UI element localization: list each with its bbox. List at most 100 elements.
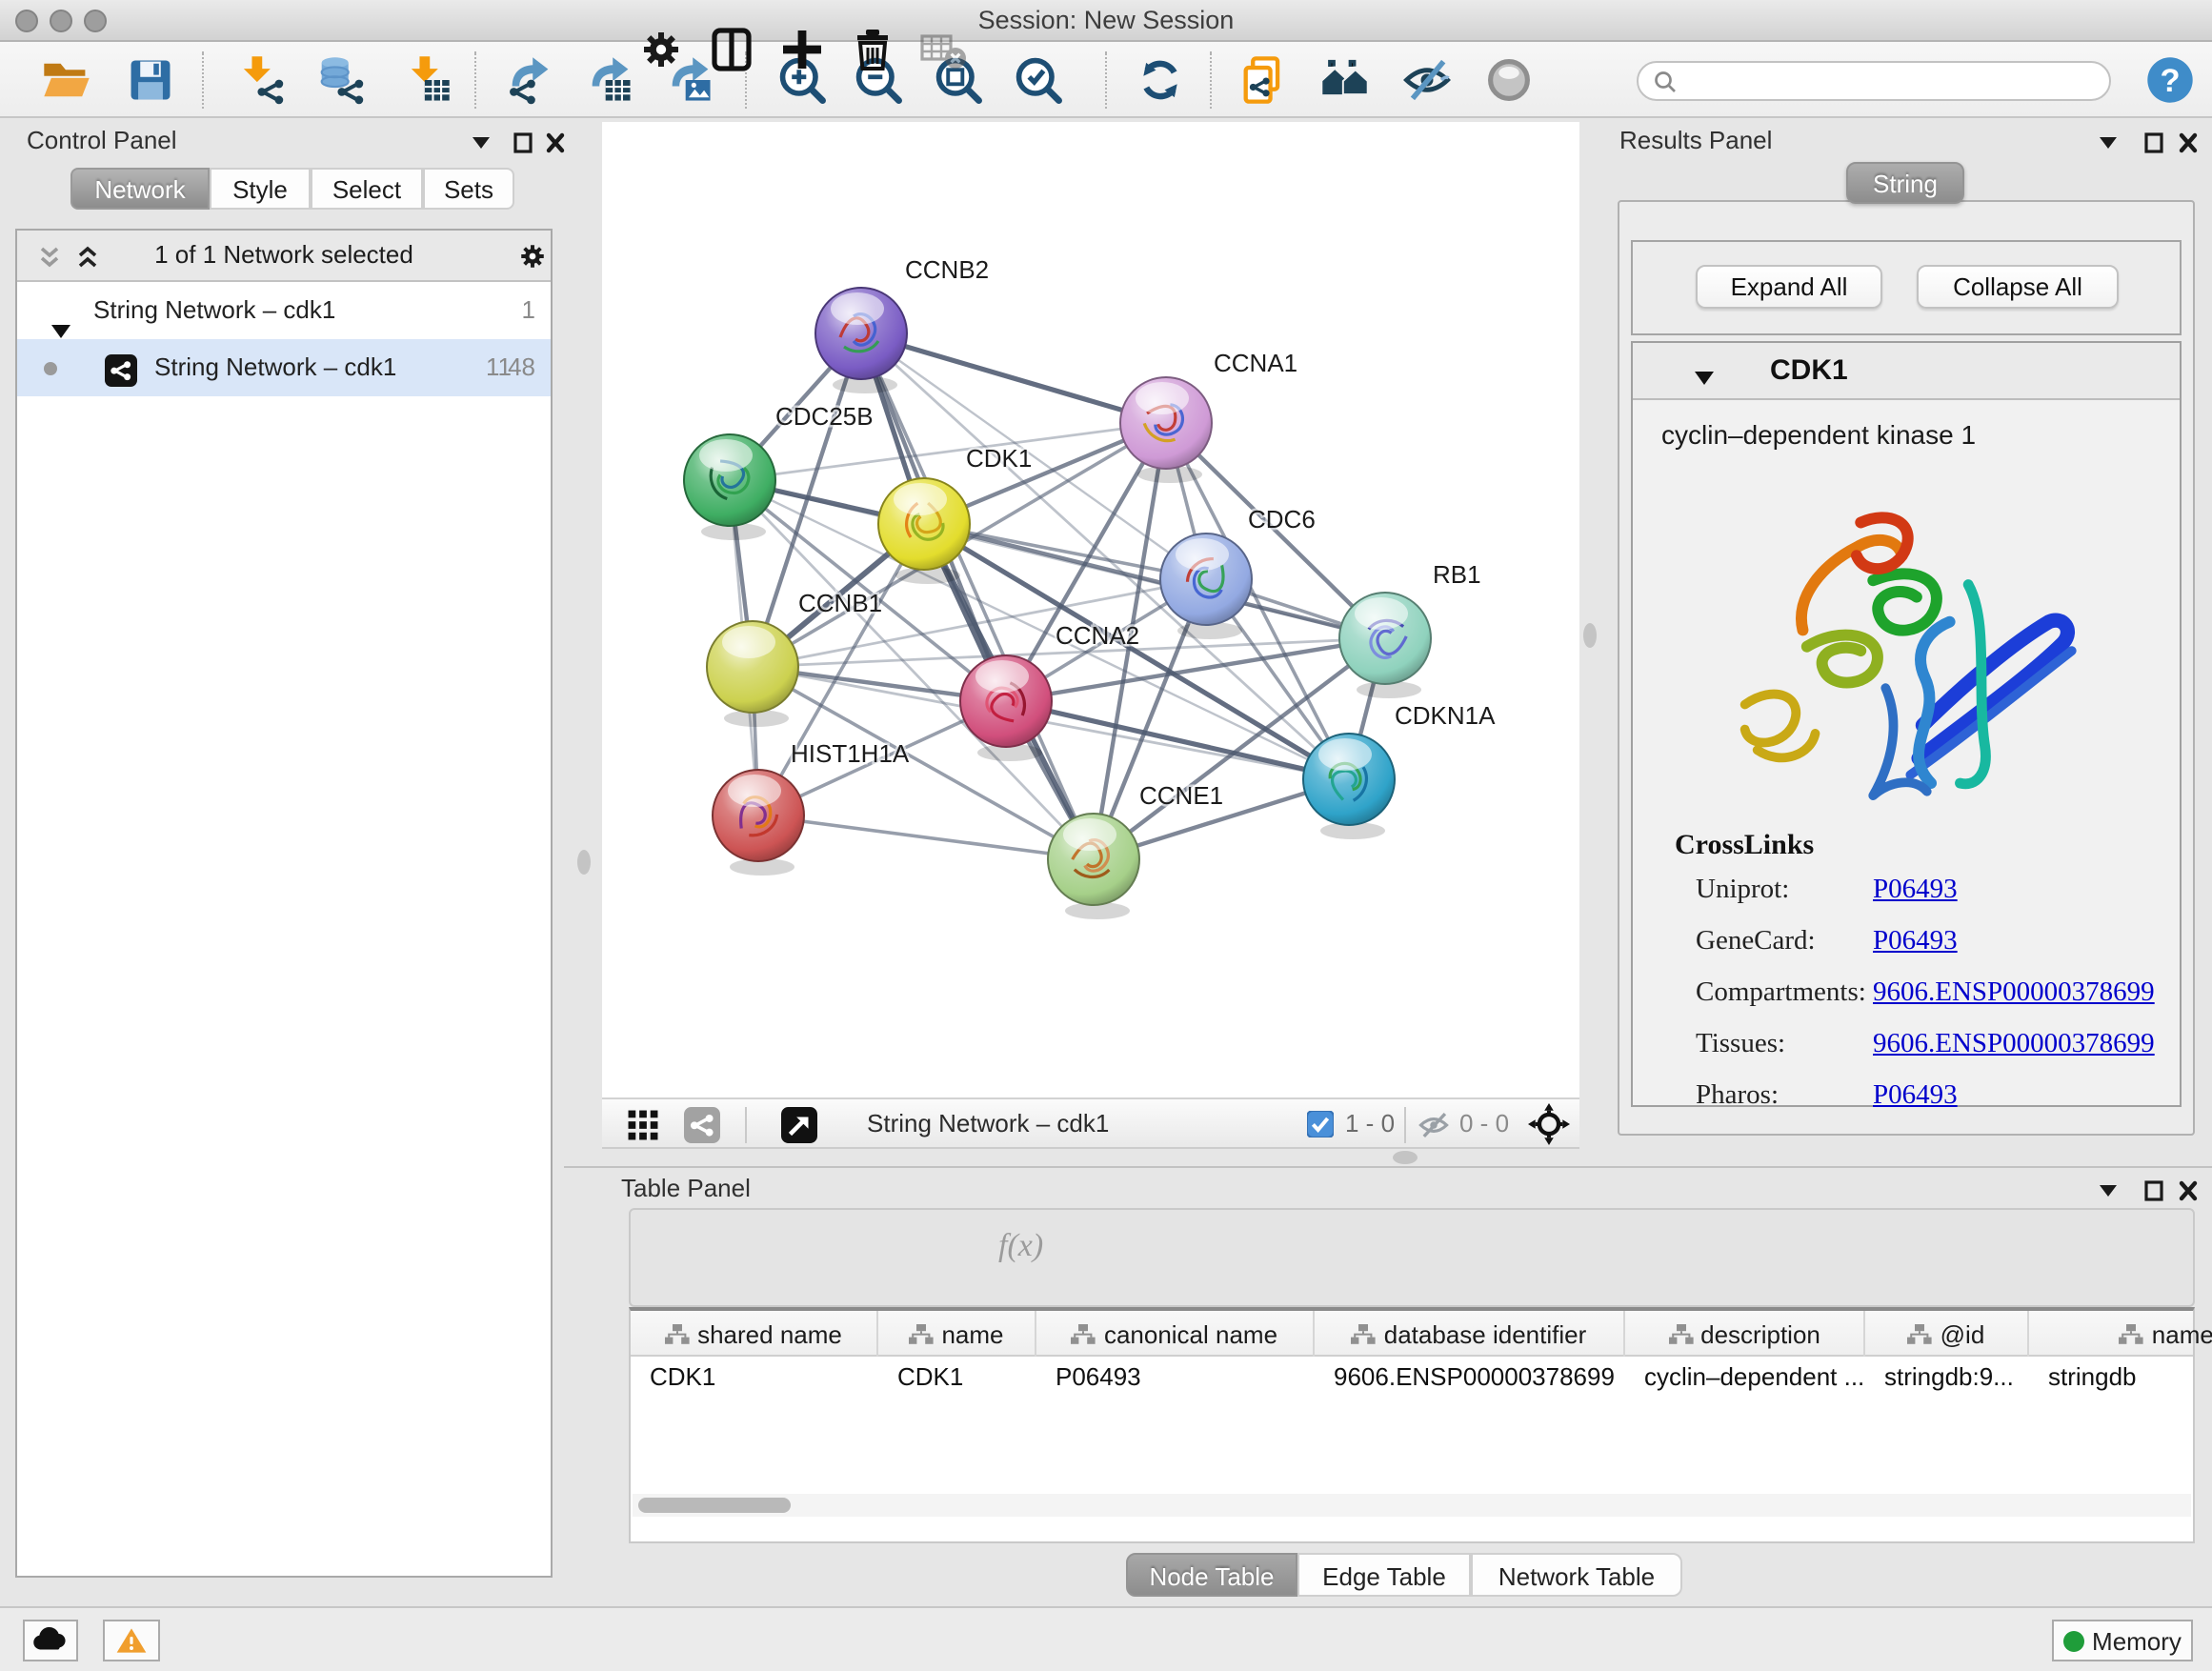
column-header-label: namespace: [2152, 1319, 2212, 1348]
crosslink-link[interactable]: 9606.ENSP00000378699: [1873, 1029, 2155, 1061]
crosslink-link[interactable]: 9606.ENSP00000378699: [1873, 977, 2155, 1010]
bottom-splitter-handle[interactable]: [1393, 1151, 1418, 1164]
right-splitter-handle[interactable]: [1583, 623, 1597, 648]
node-CCNB1[interactable]: CCNB1: [707, 589, 882, 727]
node-RB1[interactable]: RB1: [1339, 560, 1481, 698]
control-panel-undock-icon[interactable]: [511, 131, 535, 154]
tree-expander-icon[interactable]: [51, 303, 70, 318]
node-label-CDKN1A: CDKN1A: [1395, 701, 1496, 730]
node-label-CCNB2: CCNB2: [905, 255, 989, 284]
viewbar-separator: [745, 1107, 747, 1143]
selected-checkbox-icon[interactable]: [1307, 1111, 1334, 1137]
tab-sets[interactable]: Sets: [423, 168, 514, 210]
control-panel-close-icon[interactable]: [543, 131, 568, 154]
hide-selected-eye-slash-icon[interactable]: [1400, 53, 1454, 107]
tab-string[interactable]: String: [1846, 162, 1964, 204]
section-expander-icon[interactable]: [1694, 364, 1715, 381]
tab-network-table[interactable]: Network Table: [1471, 1553, 1682, 1597]
table-add-icon[interactable]: [777, 25, 827, 74]
network-canvas[interactable]: CCNB2CCNA1CDC25BCDK1CDC6RB1CCNB1CCNA2CDK…: [602, 122, 1579, 1097]
tab-network[interactable]: Network: [70, 168, 210, 210]
tab-select[interactable]: Select: [311, 168, 423, 210]
network-list: 1 of 1 Network selected String Network –…: [15, 229, 553, 1578]
control-panel-title: Control Panel: [27, 126, 177, 154]
left-splitter-handle[interactable]: [577, 850, 591, 875]
table-cell[interactable]: 9606.ENSP00000378699: [1315, 1357, 1625, 1399]
crosslink-link[interactable]: P06493: [1873, 1080, 1958, 1113]
collection-count: 1: [522, 282, 535, 339]
table-columns-icon[interactable]: [707, 25, 756, 74]
network-row[interactable]: String Network – cdk1 11 48: [17, 339, 551, 396]
crosslink-label: Tissues:: [1696, 1029, 1785, 1059]
help-icon[interactable]: ?: [2143, 53, 2197, 107]
warning-button[interactable]: [103, 1620, 160, 1661]
node-HIST1H1A[interactable]: HIST1H1A: [713, 739, 910, 876]
zoom-selected-icon[interactable]: [1012, 53, 1065, 107]
open-session-icon[interactable]: [40, 53, 93, 107]
import-network-database-icon[interactable]: [312, 53, 366, 107]
table-cell[interactable]: P06493: [1036, 1357, 1315, 1399]
column-header-canonical-name[interactable]: canonical name: [1036, 1311, 1315, 1357]
network-collection-row[interactable]: String Network – cdk1 1: [17, 282, 551, 339]
edge-CCNA2-CDKN1A[interactable]: [1006, 701, 1349, 779]
network-view-icon[interactable]: [684, 1107, 720, 1143]
tab-style[interactable]: Style: [210, 168, 311, 210]
table-panel-divider[interactable]: [564, 1166, 2212, 1168]
memory-label: Memory: [2092, 1627, 2182, 1656]
update-refresh-icon[interactable]: [1134, 53, 1187, 107]
table-cell[interactable]: stringdb:9...: [1865, 1357, 2029, 1399]
fit-selected-crosshair-icon[interactable]: [1528, 1103, 1570, 1145]
import-network-file-icon[interactable]: [232, 53, 286, 107]
network-graph[interactable]: CCNB2CCNA1CDC25BCDK1CDC6RB1CCNB1CCNA2CDK…: [602, 122, 1579, 1097]
table-cell[interactable]: stringdb: [2029, 1357, 2212, 1399]
expand-all-button[interactable]: Expand All: [1696, 265, 1882, 309]
collapse-all-button[interactable]: Collapse All: [1917, 265, 2119, 309]
column-header-label: description: [1700, 1319, 1820, 1348]
search-input[interactable]: [1637, 61, 2111, 101]
table-panel-close-icon[interactable]: [2176, 1179, 2201, 1202]
toolbar-separator: [474, 51, 476, 109]
edge-CCNB2-CCNA1[interactable]: [861, 333, 1166, 423]
table-panel-undock-icon[interactable]: [2142, 1179, 2166, 1202]
node-CDKN1A[interactable]: CDKN1A: [1303, 701, 1496, 839]
show-all-eye-icon[interactable]: [1482, 53, 1536, 107]
column-header-description[interactable]: description: [1625, 1311, 1865, 1357]
results-panel-float-icon[interactable]: [2096, 131, 2121, 154]
clone-network-icon[interactable]: [1237, 53, 1290, 107]
grid-view-icon[interactable]: [627, 1109, 659, 1141]
edge-CCNB2-CCNE1[interactable]: [861, 333, 1094, 859]
table-cell[interactable]: cyclin–dependent ...: [1625, 1357, 1865, 1399]
cloud-button[interactable]: [23, 1620, 78, 1661]
scrollbar-thumb[interactable]: [638, 1498, 791, 1513]
memory-button[interactable]: Memory: [2052, 1620, 2193, 1661]
save-session-icon[interactable]: [124, 53, 177, 107]
table-gear-icon[interactable]: [636, 25, 686, 74]
network-list-gear-icon[interactable]: [516, 240, 549, 272]
table-cell[interactable]: CDK1: [631, 1357, 878, 1399]
import-table-file-icon[interactable]: [400, 53, 453, 107]
column-header-namespace[interactable]: namespace: [2029, 1311, 2212, 1357]
control-panel-float-icon[interactable]: [469, 131, 493, 154]
results-panel-undock-icon[interactable]: [2142, 131, 2166, 154]
crosslink-link[interactable]: P06493: [1873, 926, 1958, 958]
table-cell[interactable]: CDK1: [878, 1357, 1036, 1399]
table-horizontal-scrollbar[interactable]: [633, 1494, 2191, 1517]
crosslink-link[interactable]: P06493: [1873, 875, 1958, 907]
export-table-icon[interactable]: [583, 53, 636, 107]
node-CCNE1[interactable]: CCNE1: [1048, 781, 1223, 919]
table-delete-icon[interactable]: [848, 25, 897, 74]
column-header-database-identifier[interactable]: database identifier: [1315, 1311, 1625, 1357]
node-CDC6[interactable]: CDC6: [1160, 505, 1316, 639]
edge-CCNE1-HIST1H1A[interactable]: [758, 815, 1094, 859]
column-header-shared-name[interactable]: shared name: [631, 1311, 878, 1357]
tab-edge-table[interactable]: Edge Table: [1297, 1553, 1471, 1597]
gene-section-header[interactable]: CDK1: [1633, 343, 2180, 400]
column-header--id[interactable]: @id: [1865, 1311, 2029, 1357]
first-neighbors-icon[interactable]: [1318, 53, 1372, 107]
column-header-name[interactable]: name: [878, 1311, 1036, 1357]
birds-eye-view-icon[interactable]: [781, 1107, 817, 1143]
export-network-icon[interactable]: [503, 53, 556, 107]
results-panel-close-icon[interactable]: [2176, 131, 2201, 154]
tab-node-table[interactable]: Node Table: [1126, 1553, 1297, 1597]
table-panel-float-icon[interactable]: [2096, 1179, 2121, 1202]
